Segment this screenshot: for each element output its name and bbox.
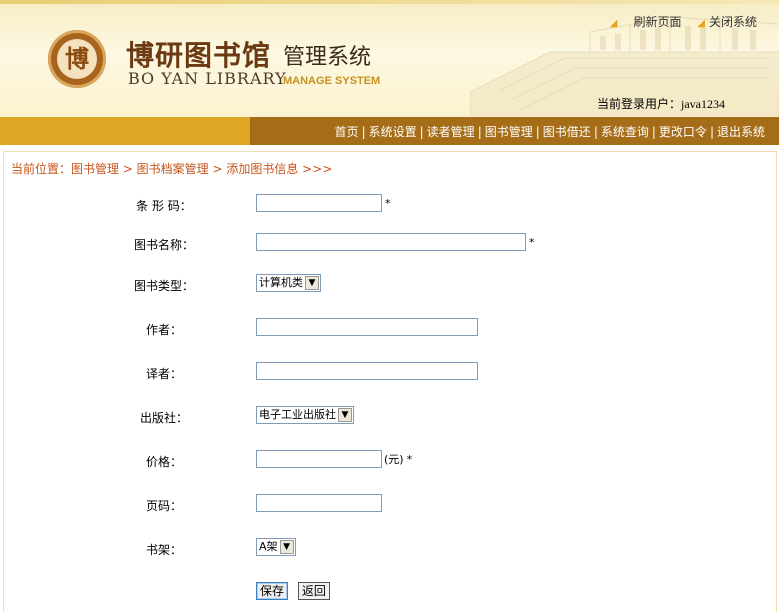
current-user-label: 当前登录用户：: [596, 97, 681, 111]
price-input[interactable]: [256, 450, 382, 468]
logo-english-subtitle: MANAGE SYSTEM: [283, 75, 381, 87]
nav-change-password[interactable]: 更改口令: [659, 125, 707, 139]
save-button[interactable]: 保存: [256, 582, 289, 600]
author-field-group: [256, 318, 478, 336]
seal-character: 博: [57, 39, 97, 79]
required-marker: *: [385, 196, 391, 210]
book-type-field-group: 计算机类 ▼: [256, 274, 321, 292]
library-seal-logo: 博: [48, 30, 106, 88]
required-marker: *: [406, 452, 413, 466]
nav-system-settings[interactable]: 系统设置: [369, 125, 417, 139]
barcode-label: 条 形 码：: [136, 199, 192, 213]
arrow-icon: ◢: [609, 18, 618, 29]
nav-system-query[interactable]: 系统查询: [601, 125, 649, 139]
nav-logout[interactable]: 退出系统: [717, 125, 765, 139]
book-name-label: 图书名称：: [133, 238, 194, 252]
book-name-field-group: *: [256, 233, 535, 251]
translator-field-group: [256, 362, 478, 380]
translator-label: 译者：: [145, 367, 182, 381]
top-links: ◢ 刷新页面 ◢ 关闭系统: [610, 13, 757, 30]
chevron-down-icon[interactable]: ▼: [305, 276, 319, 290]
price-row: 价格： (元) *: [4, 449, 776, 473]
nav-separator: |: [477, 125, 482, 139]
price-label: 价格：: [145, 455, 182, 469]
author-row: 作者：: [4, 317, 776, 341]
main-nav-bar: 首页 | 系统设置 | 读者管理 | 图书管理 | 图书借还 | 系统查询 | 更改口令 | 退出系统: [0, 117, 779, 145]
nav-separator: |: [651, 125, 656, 139]
author-label: 作者：: [145, 323, 182, 337]
arrow-icon: ◢: [697, 18, 705, 29]
publisher-field-group: 电子工业出版社 ▼: [256, 406, 354, 424]
barcode-field-group: *: [256, 194, 391, 212]
main-menu: 首页 | 系统设置 | 读者管理 | 图书管理 | 图书借还 | 系统查询 | 更改口令 | 退出系统: [335, 123, 765, 140]
book-type-row: 图书类型： 计算机类 ▼: [4, 273, 776, 297]
required-marker: *: [529, 235, 535, 249]
author-input[interactable]: [256, 318, 478, 336]
form-actions: 保存 返回: [256, 582, 330, 600]
breadcrumb: 当前位置：图书管理 > 图书档案管理 > 添加图书信息 >>>: [11, 162, 333, 176]
nav-separator: |: [419, 125, 424, 139]
book-type-label: 图书类型：: [133, 279, 194, 293]
barcode-input[interactable]: [256, 194, 382, 212]
shelf-selected-value: A架: [259, 540, 278, 553]
nav-reader-management[interactable]: 读者管理: [427, 125, 475, 139]
nav-bar-left-accent: [0, 117, 250, 145]
pages-row: 页码：: [4, 493, 776, 517]
chevron-down-icon[interactable]: ▼: [338, 408, 352, 422]
header-banner: 博 博研图书馆 管理系统 BO YAN LIBRARY MANAGE SYSTE…: [0, 0, 779, 117]
close-system-link[interactable]: 关闭系统: [709, 15, 757, 29]
publisher-label: 出版社：: [139, 411, 188, 425]
nav-separator: |: [593, 125, 598, 139]
nav-home[interactable]: 首页: [335, 125, 359, 139]
translator-row: 译者：: [4, 361, 776, 385]
translator-input[interactable]: [256, 362, 478, 380]
publisher-row: 出版社： 电子工业出版社 ▼: [4, 405, 776, 429]
book-type-select[interactable]: 计算机类 ▼: [256, 274, 321, 292]
current-user-info: 当前登录用户：java1234: [597, 95, 725, 112]
logo-system-name: 管理系统: [283, 45, 372, 70]
logo-english-name: BO YAN LIBRARY: [128, 69, 287, 88]
content-panel: 当前位置：图书管理 > 图书档案管理 > 添加图书信息 >>> 条 形 码： *…: [3, 151, 777, 612]
chevron-down-icon[interactable]: ▼: [279, 540, 294, 554]
current-user-name: java1234: [681, 97, 725, 111]
publisher-select[interactable]: 电子工业出版社 ▼: [256, 406, 354, 424]
pages-label: 页码：: [145, 499, 182, 513]
logo-chinese-name: 博研图书馆: [126, 39, 272, 72]
book-name-input[interactable]: [256, 233, 526, 251]
book-name-row: 图书名称： *: [4, 232, 776, 256]
shelf-select[interactable]: A架 ▼: [256, 538, 296, 556]
shelf-field-group: A架 ▼: [256, 538, 296, 556]
price-unit: (元): [384, 453, 404, 466]
form-actions-row: 保存 返回: [4, 581, 776, 605]
price-field-group: (元) *: [256, 450, 413, 468]
nav-separator: |: [535, 125, 540, 139]
nav-book-management[interactable]: 图书管理: [485, 125, 533, 139]
pages-input[interactable]: [256, 494, 382, 512]
nav-separator: |: [709, 125, 714, 139]
top-band: [0, 0, 779, 4]
barcode-row: 条 形 码： *: [4, 193, 776, 217]
shelf-label: 书架：: [145, 543, 182, 557]
book-type-selected-value: 计算机类: [259, 276, 303, 289]
back-button[interactable]: 返回: [297, 582, 330, 600]
publisher-selected-value: 电子工业出版社: [259, 408, 336, 421]
nav-book-borrow-return[interactable]: 图书借还: [543, 125, 591, 139]
nav-separator: |: [361, 125, 366, 139]
refresh-page-link[interactable]: 刷新页面: [633, 15, 681, 29]
pages-field-group: [256, 494, 382, 512]
shelf-row: 书架： A架 ▼: [4, 537, 776, 561]
